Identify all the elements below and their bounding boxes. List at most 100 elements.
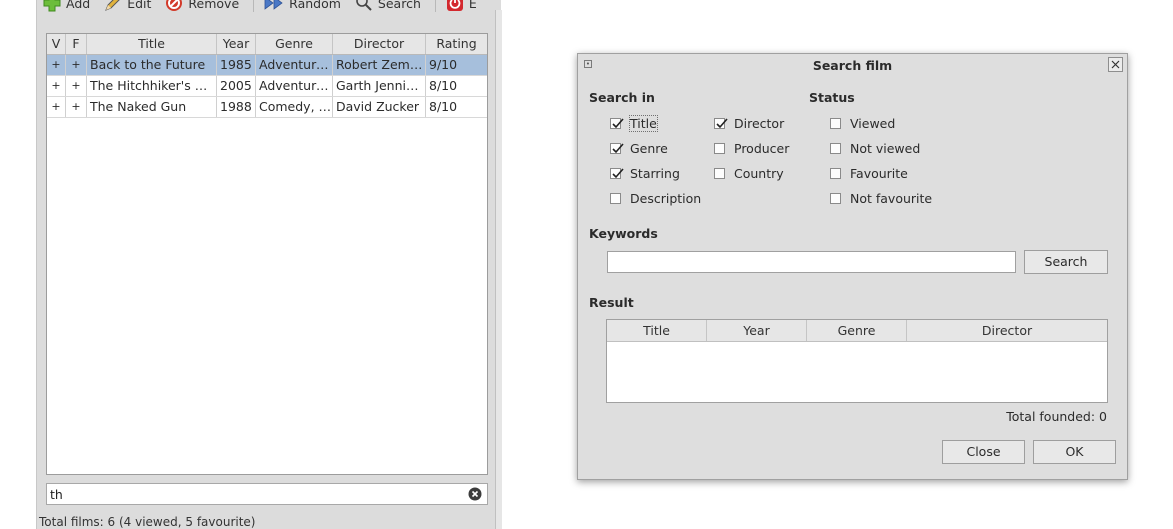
starring-checkbox[interactable]: Starring bbox=[610, 166, 680, 181]
genre-checkbox-label: Genre bbox=[630, 141, 668, 156]
viewed-checkbox-label: Viewed bbox=[850, 116, 896, 131]
ok-button[interactable]: OK bbox=[1033, 440, 1116, 464]
not-favourite-checkbox[interactable]: Not favourite bbox=[830, 191, 932, 206]
rating-cell: 8/10 bbox=[429, 99, 458, 114]
search-button[interactable]: Search bbox=[355, 0, 421, 12]
power-icon bbox=[446, 0, 463, 11]
column-header-favourite[interactable]: F bbox=[66, 34, 87, 54]
plus-icon bbox=[43, 0, 61, 12]
column-header-director[interactable]: Director bbox=[333, 34, 426, 54]
search-button[interactable]: Search bbox=[1024, 250, 1108, 274]
rating-cell: 8/10 bbox=[429, 78, 458, 93]
director-cell: David Zucker bbox=[333, 97, 426, 117]
result-column-genre[interactable]: Genre bbox=[807, 320, 907, 341]
filter-input[interactable] bbox=[47, 484, 463, 504]
toolbar-separator bbox=[253, 0, 255, 12]
column-header-genre[interactable]: Genre bbox=[256, 34, 333, 54]
fast-forward-icon bbox=[264, 0, 283, 10]
edit-button[interactable]: Edit bbox=[104, 0, 151, 12]
remove-label: Remove bbox=[188, 0, 240, 11]
table-header: V F Title Year Genre Director Rating bbox=[47, 34, 487, 55]
description-checkbox-label: Description bbox=[630, 191, 702, 206]
close-icon[interactable] bbox=[1108, 57, 1123, 72]
exit-button[interactable]: E bbox=[446, 0, 477, 12]
result-column-director[interactable]: Director bbox=[907, 320, 1107, 341]
genre-checkbox[interactable]: Genre bbox=[610, 141, 668, 156]
title-cell: Back to the Future bbox=[87, 55, 217, 75]
dialog-title: Search film bbox=[812, 58, 893, 73]
edit-label: Edit bbox=[127, 0, 152, 11]
starring-checkbox-label: Starring bbox=[630, 166, 680, 181]
pencil-icon bbox=[105, 0, 120, 11]
result-table-header: Title Year Genre Director bbox=[607, 320, 1107, 342]
clear-icon[interactable] bbox=[468, 487, 482, 501]
checkbox-box bbox=[714, 118, 728, 129]
keywords-input[interactable] bbox=[607, 251, 1016, 273]
random-button[interactable]: Random bbox=[264, 0, 341, 11]
year-cell: 2005 bbox=[217, 76, 256, 96]
director-checkbox[interactable]: Director bbox=[714, 116, 784, 131]
checkbox-box bbox=[830, 168, 841, 179]
checkbox-box bbox=[830, 118, 841, 129]
checkbox-box bbox=[830, 193, 841, 204]
search-label: Search bbox=[377, 0, 421, 11]
checkbox-box bbox=[830, 143, 841, 154]
favourite-cell: + bbox=[66, 97, 87, 117]
director-cell: Robert Zem… bbox=[333, 55, 426, 75]
favourite-cell: + bbox=[66, 55, 87, 75]
not-viewed-checkbox-label: Not viewed bbox=[850, 141, 921, 156]
producer-checkbox-label: Producer bbox=[734, 141, 790, 156]
table-row[interactable]: + + The Naked Gun 1988 Comedy, … David Z… bbox=[47, 97, 487, 118]
not-favourite-checkbox-label: Not favourite bbox=[850, 191, 933, 206]
director-cell: Garth Jenni… bbox=[333, 76, 426, 96]
close-button[interactable]: Close bbox=[942, 440, 1025, 464]
panel-splitter[interactable] bbox=[495, 10, 502, 529]
exit-label: E bbox=[468, 0, 477, 11]
title-checkbox[interactable]: Title bbox=[610, 115, 658, 132]
checkbox-box bbox=[610, 168, 624, 179]
random-label: Random bbox=[289, 0, 341, 11]
add-button[interactable]: Add bbox=[43, 0, 90, 12]
genre-cell: Comedy, … bbox=[256, 97, 333, 117]
description-checkbox[interactable]: Description bbox=[610, 191, 701, 206]
checkbox-box bbox=[610, 143, 624, 154]
column-header-title[interactable]: Title bbox=[87, 34, 217, 54]
search-film-dialog: • Search film Search in Status Title Gen… bbox=[577, 53, 1128, 480]
table-row[interactable]: + + The Hitchhiker's G… 2005 Adventure… … bbox=[47, 76, 487, 97]
viewed-cell: + bbox=[47, 55, 66, 75]
favourite-cell: + bbox=[66, 76, 87, 96]
table-row[interactable]: + + Back to the Future 1985 Adventure… R… bbox=[47, 55, 487, 76]
genre-cell: Adventure… bbox=[256, 76, 333, 96]
result-label: Result bbox=[589, 295, 634, 310]
favourite-checkbox[interactable]: Favourite bbox=[830, 166, 908, 181]
year-cell: 1985 bbox=[217, 55, 256, 75]
producer-checkbox[interactable]: Producer bbox=[714, 141, 789, 156]
toolbar-separator bbox=[434, 0, 436, 12]
genre-cell: Adventure… bbox=[256, 55, 333, 75]
column-header-viewed[interactable]: V bbox=[47, 34, 66, 54]
dialog-titlebar[interactable]: • Search film bbox=[578, 54, 1127, 78]
films-table[interactable]: V F Title Year Genre Director Rating + +… bbox=[46, 33, 488, 475]
director-checkbox-label: Director bbox=[734, 116, 785, 131]
checkbox-box bbox=[610, 193, 621, 204]
checkbox-box bbox=[714, 143, 725, 154]
remove-icon bbox=[166, 0, 183, 11]
column-header-year[interactable]: Year bbox=[217, 34, 256, 54]
main-window: Add Edit Remove Random Search E V F Titl bbox=[36, 0, 502, 529]
result-table[interactable]: Title Year Genre Director bbox=[606, 319, 1108, 403]
column-header-rating[interactable]: Rating bbox=[426, 34, 487, 54]
result-column-year[interactable]: Year bbox=[707, 320, 807, 341]
title-cell: The Naked Gun bbox=[87, 97, 217, 117]
result-column-title[interactable]: Title bbox=[607, 320, 707, 341]
status-label: Status bbox=[809, 90, 855, 105]
add-label: Add bbox=[66, 0, 91, 11]
magnifier-icon bbox=[356, 0, 372, 11]
country-checkbox-label: Country bbox=[734, 166, 784, 181]
title-checkbox-label: Title bbox=[629, 115, 658, 132]
country-checkbox[interactable]: Country bbox=[714, 166, 784, 181]
not-viewed-checkbox[interactable]: Not viewed bbox=[830, 141, 920, 156]
checkbox-box bbox=[610, 118, 624, 129]
viewed-checkbox[interactable]: Viewed bbox=[830, 116, 895, 131]
remove-button[interactable]: Remove bbox=[165, 0, 239, 12]
keywords-label: Keywords bbox=[589, 226, 658, 241]
